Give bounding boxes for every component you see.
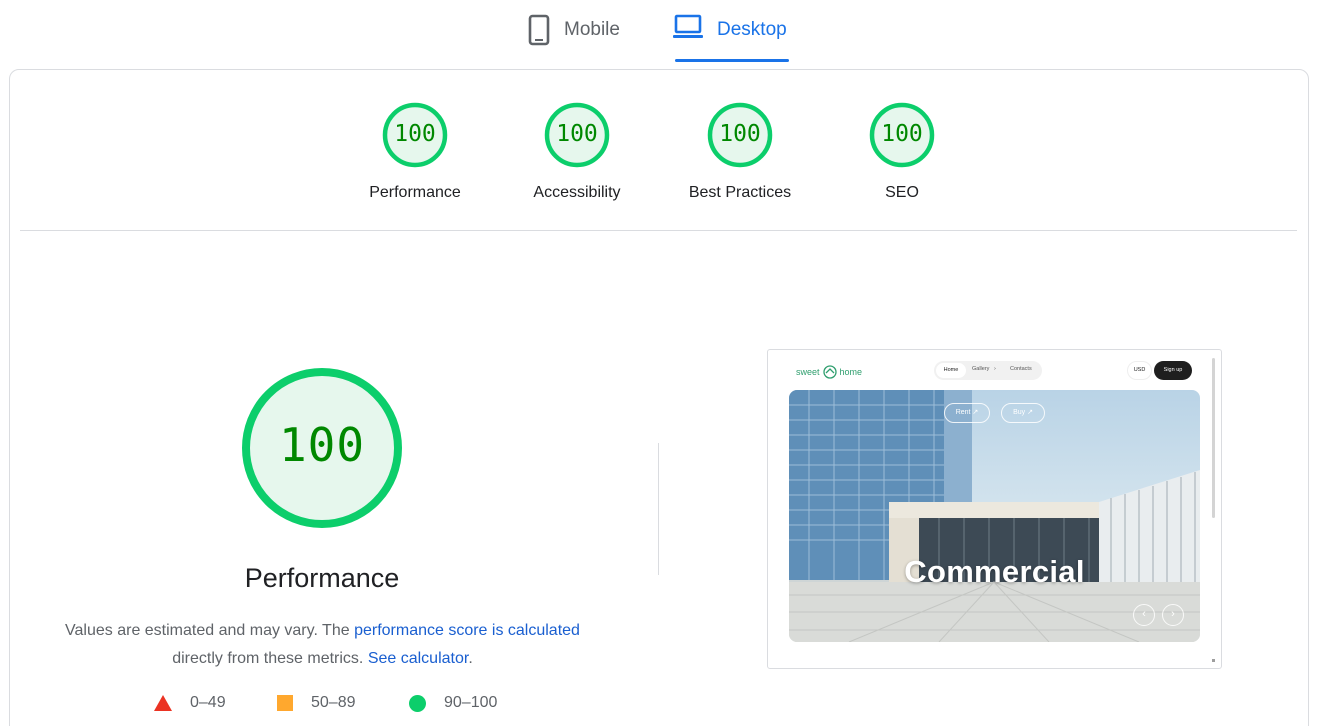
pass-circle-icon: [409, 694, 426, 712]
gauge-score: 100: [394, 121, 436, 147]
legend-average: 50–89: [277, 694, 356, 712]
performance-score: 100: [278, 418, 366, 472]
gauge-label: Accessibility: [533, 184, 621, 201]
gauge-label: Best Practices: [688, 184, 792, 201]
final-screenshot[interactable]: sweet home Home Gallery › Contacts USD S…: [767, 349, 1222, 669]
tab-desktop[interactable]: Desktop: [673, 10, 787, 62]
legend-fail: 0–49: [154, 694, 226, 712]
preview-signup: Sign up: [1154, 361, 1192, 380]
performance-title: Performance: [244, 563, 400, 593]
legend-fail-label: 0–49: [190, 694, 226, 711]
gauge-label: Performance: [369, 184, 461, 201]
chevron-right-icon: ›: [994, 366, 996, 372]
score-calculated-link[interactable]: performance score is calculated: [354, 622, 580, 639]
preview-rent-pill: Rent ↗: [944, 403, 990, 423]
chevron-right-icon: ›: [1162, 604, 1184, 626]
vertical-divider: [658, 443, 659, 575]
preview-navbar: sweet home Home Gallery › Contacts USD S…: [768, 350, 1218, 390]
fail-triangle-icon: [154, 695, 172, 711]
score-legend: 0–49 50–89 90–100: [0, 694, 700, 720]
preview-nav-gallery: Gallery: [972, 366, 990, 372]
tab-desktop-label: Desktop: [717, 19, 787, 40]
category-gauges: 100 Performance 100 Accessibility 100 Be…: [0, 102, 1317, 212]
gauge-seo[interactable]: 100 SEO: [832, 102, 972, 202]
gauge-label: SEO: [885, 184, 919, 201]
preview-scroll-arrow: [1212, 659, 1215, 662]
preview-logo-right: home: [839, 367, 863, 377]
desc-text: directly from these metrics.: [172, 650, 368, 667]
tab-mobile[interactable]: Mobile: [528, 10, 620, 62]
chevron-left-icon: ‹: [1133, 604, 1155, 626]
gauge-accessibility[interactable]: 100 Accessibility: [507, 102, 647, 202]
preview-hero-image: Rent ↗ Buy ↗ Commercial ‹ ›: [789, 390, 1200, 642]
see-calculator-link[interactable]: See calculator: [368, 650, 469, 667]
gauge-best-practices[interactable]: 100 Best Practices: [670, 102, 810, 202]
preview-logo-left: sweet: [796, 367, 820, 377]
performance-description: Values are estimated and may vary. The p…: [40, 617, 605, 673]
preview-hero-caption: Commercial: [904, 554, 1085, 589]
gauge-score: 100: [556, 121, 598, 147]
legend-pass: 90–100: [409, 694, 497, 712]
preview-scrollbar: [1212, 358, 1215, 518]
laptop-icon: [673, 14, 703, 45]
preview-menu: Home Gallery › Contacts: [934, 361, 1042, 380]
gauge-score: 100: [719, 121, 761, 147]
gauge-score: 100: [881, 121, 923, 147]
house-logo-icon: [822, 365, 837, 379]
desc-text: Values are estimated and may vary. The: [65, 622, 355, 639]
preview-nav-home: Home: [936, 363, 966, 378]
tab-mobile-label: Mobile: [564, 19, 620, 40]
preview-nav-contacts: Contacts: [1010, 366, 1032, 372]
section-divider: [20, 230, 1297, 231]
performance-gauge-large: 100: [240, 366, 404, 530]
device-tabs: Mobile Desktop: [0, 0, 1317, 66]
preview-logo: sweet home: [796, 365, 862, 379]
smartphone-icon: [528, 14, 550, 51]
active-tab-indicator: [675, 59, 789, 62]
preview-currency: USD: [1127, 361, 1152, 380]
average-square-icon: [277, 695, 293, 711]
legend-pass-label: 90–100: [444, 694, 498, 711]
desc-text: .: [468, 650, 473, 667]
legend-average-label: 50–89: [311, 694, 356, 711]
preview-buy-pill: Buy ↗: [1001, 403, 1045, 423]
gauge-performance[interactable]: 100 Performance: [345, 102, 485, 202]
